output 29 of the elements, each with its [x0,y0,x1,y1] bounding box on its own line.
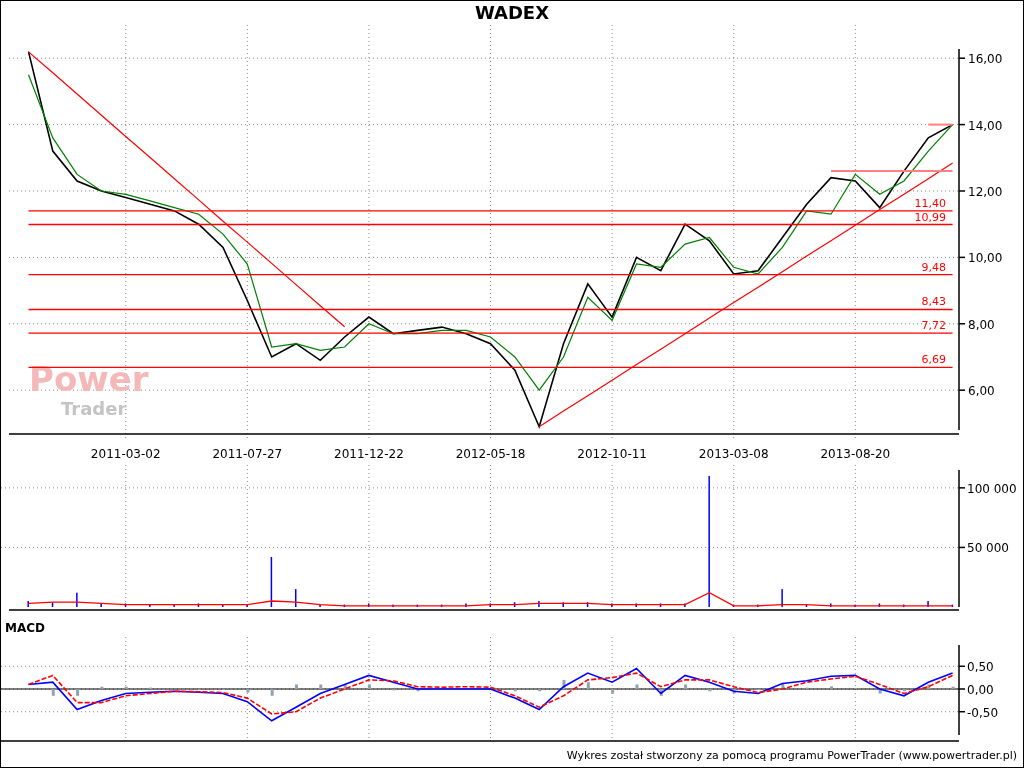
level-label: 11,40 [914,196,946,210]
logo-text: Power [29,359,149,399]
axis-label: 10,00 [968,251,1003,266]
level-label: 7,72 [921,319,946,333]
date-label: 2012-05-18 [455,447,526,461]
axis-label: 14,00 [968,118,1003,133]
indicator-title: MACD [4,620,46,637]
date-label: 2013-08-20 [820,447,891,461]
date-label: 2011-03-02 [90,447,161,461]
date-label: 2012-10-11 [577,447,647,461]
footer-text: Wykres został stworzony za pomocą programu PowerTrader (www.powertrader.pl) [566,748,1017,762]
date-label: 2011-12-22 [334,447,404,461]
axis-label: -0,50 [967,705,999,720]
axis-label: 6,00 [968,384,995,399]
axis-label: 50 000 [967,541,1009,556]
axis-label: 0,00 [967,683,994,697]
level-label: 10,99 [914,210,946,224]
logo-text: Trader [61,398,127,419]
level-label: 8,43 [921,295,946,309]
chart-title: WADEX [473,1,551,25]
axis-label: 0,50 [967,660,994,675]
date-label: 2013-03-08 [698,447,769,461]
axis-label: 100 000 [967,481,1017,496]
level-label: 6,69 [921,353,946,367]
date-label: 2011-07-27 [212,447,283,461]
level-label: 9,48 [921,260,946,274]
axis-label: 16,00 [968,52,1003,67]
axis-label: 8,00 [968,317,995,332]
axis-label: 12,00 [968,185,1003,199]
